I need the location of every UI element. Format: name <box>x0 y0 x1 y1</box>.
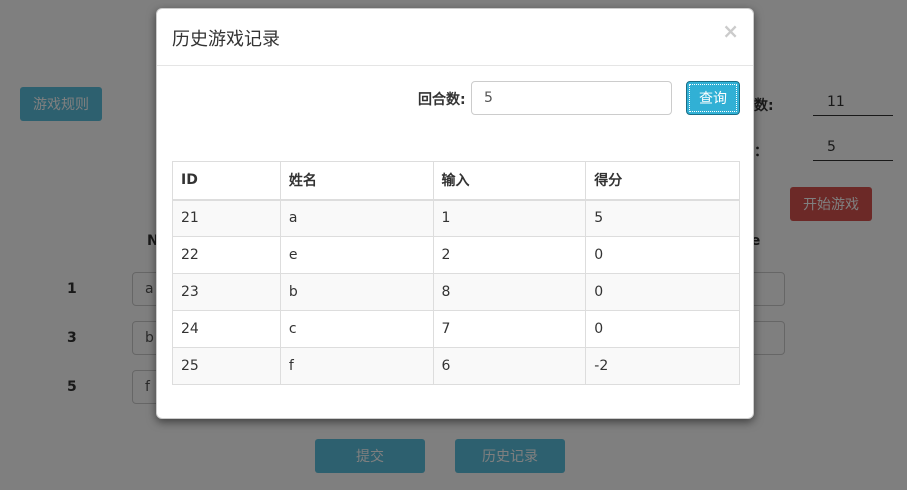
cell-input: 7 <box>432 310 587 348</box>
cell-score: 5 <box>585 199 740 237</box>
modal-header: 历史游戏记录 × <box>157 9 753 66</box>
modal-title: 历史游戏记录 <box>172 29 280 50</box>
cell-id: 25 <box>172 347 281 385</box>
header-id: ID <box>172 161 281 201</box>
table-header-row: ID 姓名 输入 得分 <box>172 161 740 201</box>
cell-name: c <box>279 310 434 348</box>
cell-input: 1 <box>432 199 587 237</box>
cell-name: f <box>279 347 434 385</box>
header-name: 姓名 <box>279 161 434 201</box>
history-table: ID 姓名 输入 得分 21 a 1 5 22 e 2 0 23 b 8 0 2… <box>172 161 740 385</box>
cell-name: b <box>279 273 434 311</box>
cell-name: a <box>279 199 434 237</box>
cell-id: 24 <box>172 310 281 348</box>
table-row: 24 c 7 0 <box>172 310 740 348</box>
history-modal: 历史游戏记录 × 回合数: 5 查询 ID 姓名 输入 得分 21 a 1 5 … <box>156 8 754 419</box>
query-round-input[interactable]: 5 <box>471 81 672 115</box>
cell-score: 0 <box>585 236 740 274</box>
cell-id: 22 <box>172 236 281 274</box>
cell-score: 0 <box>585 273 740 311</box>
query-button[interactable]: 查询 <box>686 81 740 115</box>
table-row: 23 b 8 0 <box>172 273 740 311</box>
close-icon[interactable]: × <box>722 21 739 41</box>
table-row: 22 e 2 0 <box>172 236 740 274</box>
header-input: 输入 <box>432 161 587 201</box>
cell-name: e <box>279 236 434 274</box>
table-row: 21 a 1 5 <box>172 199 740 237</box>
cell-score: -2 <box>585 347 740 385</box>
cell-id: 23 <box>172 273 281 311</box>
cell-input: 8 <box>432 273 587 311</box>
cell-score: 0 <box>585 310 740 348</box>
query-round-label: 回合数: <box>418 92 466 108</box>
cell-input: 6 <box>432 347 587 385</box>
cell-id: 21 <box>172 199 281 237</box>
header-score: 得分 <box>585 161 740 201</box>
table-row: 25 f 6 -2 <box>172 347 740 385</box>
cell-input: 2 <box>432 236 587 274</box>
